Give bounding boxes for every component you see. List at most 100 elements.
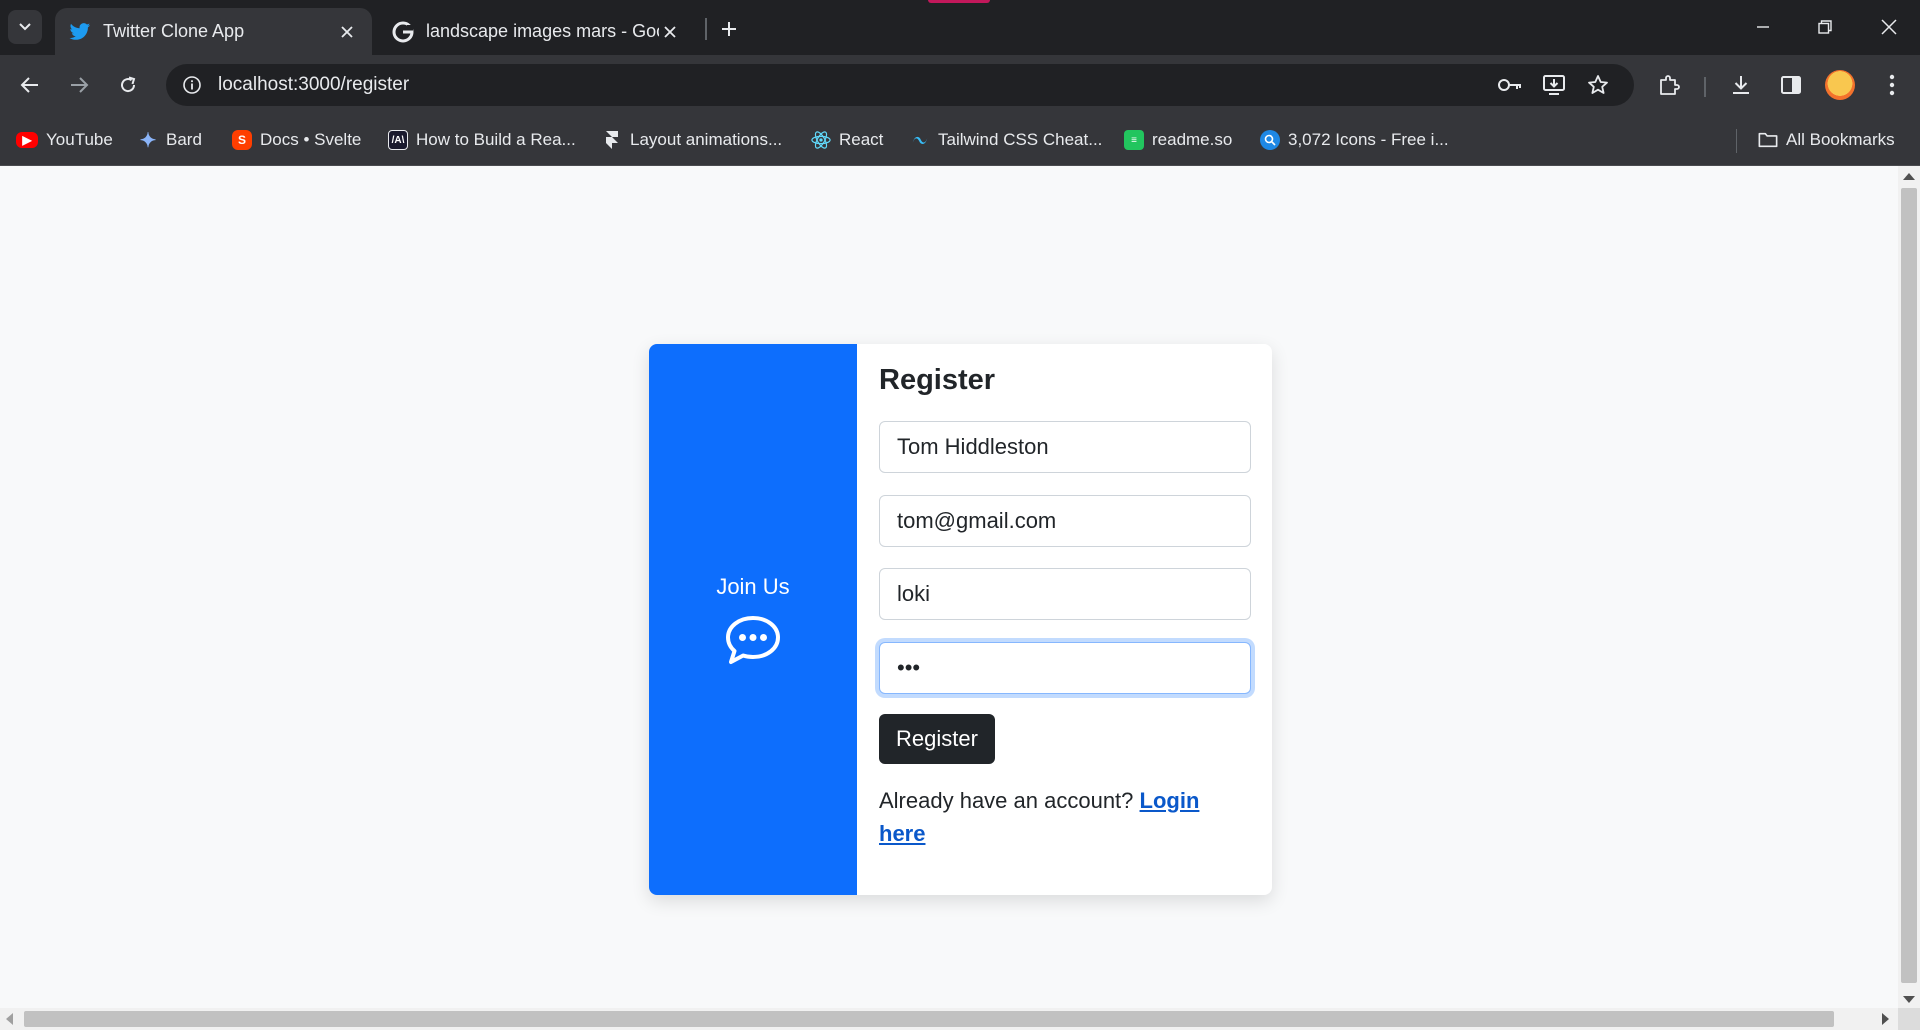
forward-button[interactable]	[60, 66, 98, 104]
back-button[interactable]	[11, 66, 49, 104]
all-bookmarks-label: All Bookmarks	[1786, 130, 1895, 149]
login-prompt: Already have an account? Login here	[879, 784, 1251, 850]
bookmark-label: How to Build a Rea...	[416, 130, 576, 149]
browser-toolbar: localhost:3000/register	[0, 55, 1920, 115]
reload-button[interactable]	[109, 66, 147, 104]
page-viewport: Join Us Register Register Already have a…	[0, 166, 1898, 1010]
scrollbar-corner	[1898, 1008, 1920, 1030]
close-tab-icon[interactable]	[336, 21, 358, 43]
browser-menu-button[interactable]	[1873, 66, 1911, 104]
bookmark-how-to-build[interactable]: /A\ How to Build a Rea...	[388, 125, 576, 155]
tab-google-search[interactable]: landscape images mars - Goog	[378, 8, 695, 55]
folder-icon	[1758, 130, 1778, 150]
twitter-bird-icon	[69, 22, 91, 40]
bookmark-icons[interactable]: 3,072 Icons - Free i...	[1260, 125, 1449, 155]
tab-title: Twitter Clone App	[103, 21, 245, 41]
register-card: Join Us Register Register Already have a…	[649, 344, 1272, 895]
scroll-left-icon[interactable]	[6, 1013, 13, 1025]
scroll-up-icon[interactable]	[1903, 173, 1915, 180]
register-button[interactable]: Register	[879, 714, 995, 764]
bookmark-label: Bard	[166, 130, 202, 149]
email-field[interactable]	[879, 495, 1251, 547]
react-icon	[811, 130, 831, 150]
icons-search-icon	[1260, 130, 1280, 150]
close-window-button[interactable]	[1866, 8, 1912, 46]
star-icon	[1588, 75, 1608, 94]
reload-icon	[121, 76, 136, 93]
bookmark-svelte[interactable]: S Docs • Svelte	[232, 125, 361, 155]
tailwind-icon	[910, 130, 930, 150]
bookmark-star-button[interactable]	[1579, 64, 1617, 106]
readme-icon: ≡	[1124, 130, 1144, 150]
bookmark-youtube[interactable]: ▶ YouTube	[16, 125, 113, 155]
key-icon	[1498, 79, 1521, 91]
window-accent-mark	[928, 0, 990, 3]
downloads-button[interactable]	[1722, 66, 1760, 104]
bookmark-label: YouTube	[46, 130, 113, 149]
install-icon	[1543, 75, 1565, 95]
bookmark-label: Layout animations...	[630, 130, 783, 149]
tab-search-button[interactable]	[8, 10, 42, 44]
download-icon	[1733, 76, 1749, 94]
minimize-button[interactable]	[1740, 8, 1786, 46]
url-text: localhost:3000/register	[218, 74, 410, 95]
puzzle-icon	[1660, 75, 1680, 95]
page-title: Register	[879, 364, 996, 396]
bard-sparkle-icon: ✦	[139, 129, 157, 152]
vertical-scrollbar[interactable]	[1898, 166, 1920, 1010]
bookmark-react[interactable]: React	[811, 125, 883, 155]
join-panel: Join Us	[649, 344, 857, 895]
restore-icon	[1818, 20, 1832, 34]
close-tab-icon[interactable]	[659, 21, 681, 43]
bookmark-label: React	[839, 130, 884, 149]
password-field[interactable]	[879, 642, 1251, 694]
bookmark-label: Docs • Svelte	[260, 130, 362, 149]
register-form: Register Register Already have an accoun…	[879, 344, 1251, 895]
login-prompt-text: Already have an account?	[879, 788, 1134, 813]
arrow-right-icon	[71, 77, 89, 93]
bookmarks-separator	[1736, 129, 1737, 153]
all-bookmarks-button[interactable]: All Bookmarks	[1758, 125, 1895, 155]
youtube-icon: ▶	[16, 132, 38, 148]
minimize-icon	[1757, 26, 1769, 28]
username-field[interactable]	[879, 568, 1251, 620]
tab-strip: Twitter Clone App landscape images mars …	[0, 0, 1920, 55]
bookmark-label: Tailwind CSS Cheat...	[938, 130, 1103, 149]
side-panel-icon	[1781, 76, 1801, 94]
framer-icon	[602, 130, 622, 150]
svelte-icon: S	[232, 130, 252, 150]
bookmark-label: 3,072 Icons - Free i...	[1288, 130, 1449, 149]
name-field[interactable]	[879, 421, 1251, 473]
bookmark-bard[interactable]: ✦ Bard	[138, 125, 202, 155]
chevron-down-icon	[19, 23, 31, 31]
site-info-icon[interactable]	[178, 71, 206, 99]
tab-twitter-clone[interactable]: Twitter Clone App	[55, 8, 372, 55]
tab-separator	[705, 18, 707, 40]
side-panel-button[interactable]	[1772, 66, 1810, 104]
install-app-button[interactable]	[1535, 64, 1573, 106]
arrow-left-icon	[20, 77, 38, 93]
vertical-scroll-thumb[interactable]	[1901, 188, 1917, 983]
address-bar[interactable]: localhost:3000/register	[166, 64, 1634, 106]
bookmark-label: readme.so	[1152, 130, 1233, 149]
article-icon: /A\	[388, 130, 408, 150]
kebab-menu-icon	[1889, 74, 1895, 96]
scroll-down-icon[interactable]	[1903, 996, 1915, 1003]
tab-title: landscape images mars - Goog	[426, 21, 659, 41]
bookmark-tailwind[interactable]: Tailwind CSS Cheat...	[910, 125, 1102, 155]
horizontal-scroll-thumb[interactable]	[24, 1011, 1834, 1027]
join-us-label: Join Us	[716, 573, 790, 599]
scroll-right-icon[interactable]	[1882, 1013, 1889, 1025]
password-key-button[interactable]	[1491, 64, 1529, 106]
close-icon	[1881, 19, 1897, 35]
bookmark-layout-animations[interactable]: Layout animations...	[602, 125, 782, 155]
horizontal-scrollbar[interactable]	[0, 1008, 1898, 1030]
toolbar-separator	[1704, 77, 1706, 97]
profile-avatar[interactable]	[1825, 70, 1855, 100]
extensions-button[interactable]	[1650, 66, 1688, 104]
bookmark-readme[interactable]: ≡ readme.so	[1124, 125, 1232, 155]
plus-icon	[722, 22, 736, 36]
google-g-icon	[392, 21, 414, 42]
new-tab-button[interactable]	[712, 12, 746, 46]
restore-button[interactable]	[1802, 8, 1848, 46]
